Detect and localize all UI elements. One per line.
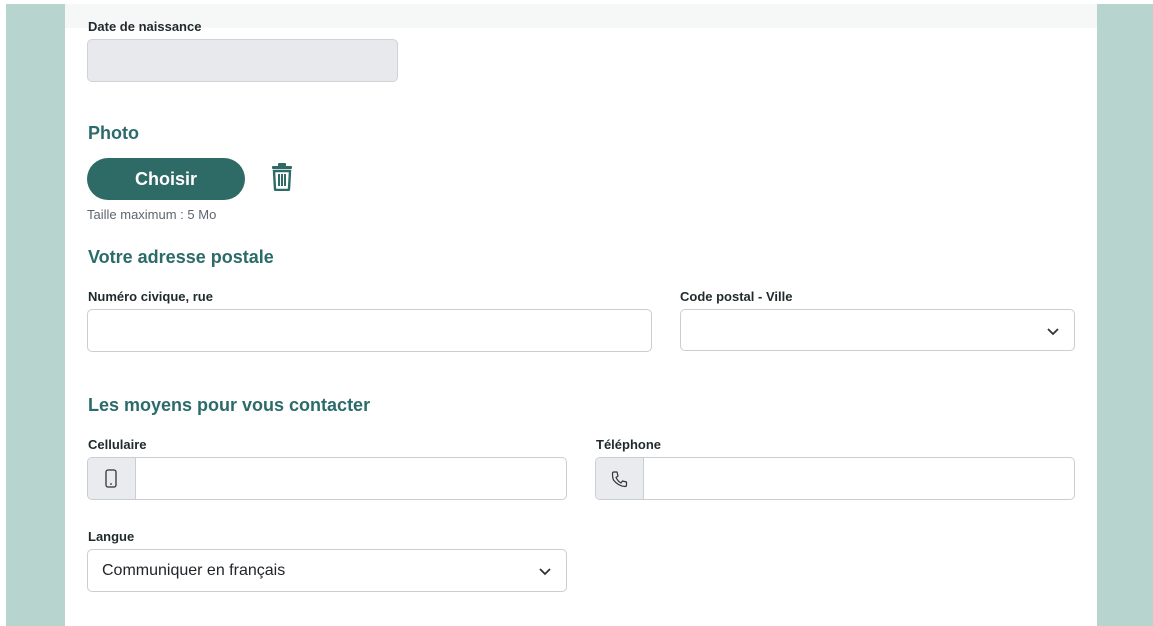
street-input[interactable] [87, 309, 652, 352]
trash-icon[interactable] [270, 163, 294, 192]
language-select[interactable]: Communiquer en français [87, 549, 567, 592]
phone-addon [596, 458, 644, 499]
chevron-down-icon [539, 568, 551, 576]
birthdate-label: Date de naissance [88, 19, 202, 34]
telephone-icon [611, 471, 628, 488]
photo-size-hint: Taille maximum : 5 Mo [87, 207, 217, 222]
mobile-label: Cellulaire [88, 437, 147, 452]
phone-input-group [595, 457, 1075, 500]
street-label: Numéro civique, rue [88, 289, 213, 304]
mobile-input[interactable] [136, 458, 566, 499]
page: Date de naissance Photo Choisir Taille m… [0, 0, 1153, 626]
left-background-panel [6, 4, 65, 626]
right-background-panel [1097, 4, 1153, 626]
language-label: Langue [88, 529, 135, 544]
mobile-phone-icon [105, 469, 117, 488]
phone-input[interactable] [644, 458, 1074, 499]
postal-city-select[interactable] [680, 309, 1075, 351]
top-strip [65, 4, 1097, 28]
photo-section-title: Photo [88, 123, 139, 143]
birthdate-field[interactable] [87, 39, 398, 82]
language-selected-value: Communiquer en français [102, 562, 286, 579]
mobile-addon [88, 458, 136, 499]
phone-label: Téléphone [596, 437, 662, 452]
choose-photo-button[interactable]: Choisir [87, 158, 245, 200]
contact-section-title: Les moyens pour vous contacter [88, 395, 371, 415]
mobile-input-group [87, 457, 567, 500]
address-section-title: Votre adresse postale [88, 247, 274, 267]
postal-city-label: Code postal - Ville [680, 289, 793, 304]
chevron-down-icon [1047, 328, 1059, 336]
